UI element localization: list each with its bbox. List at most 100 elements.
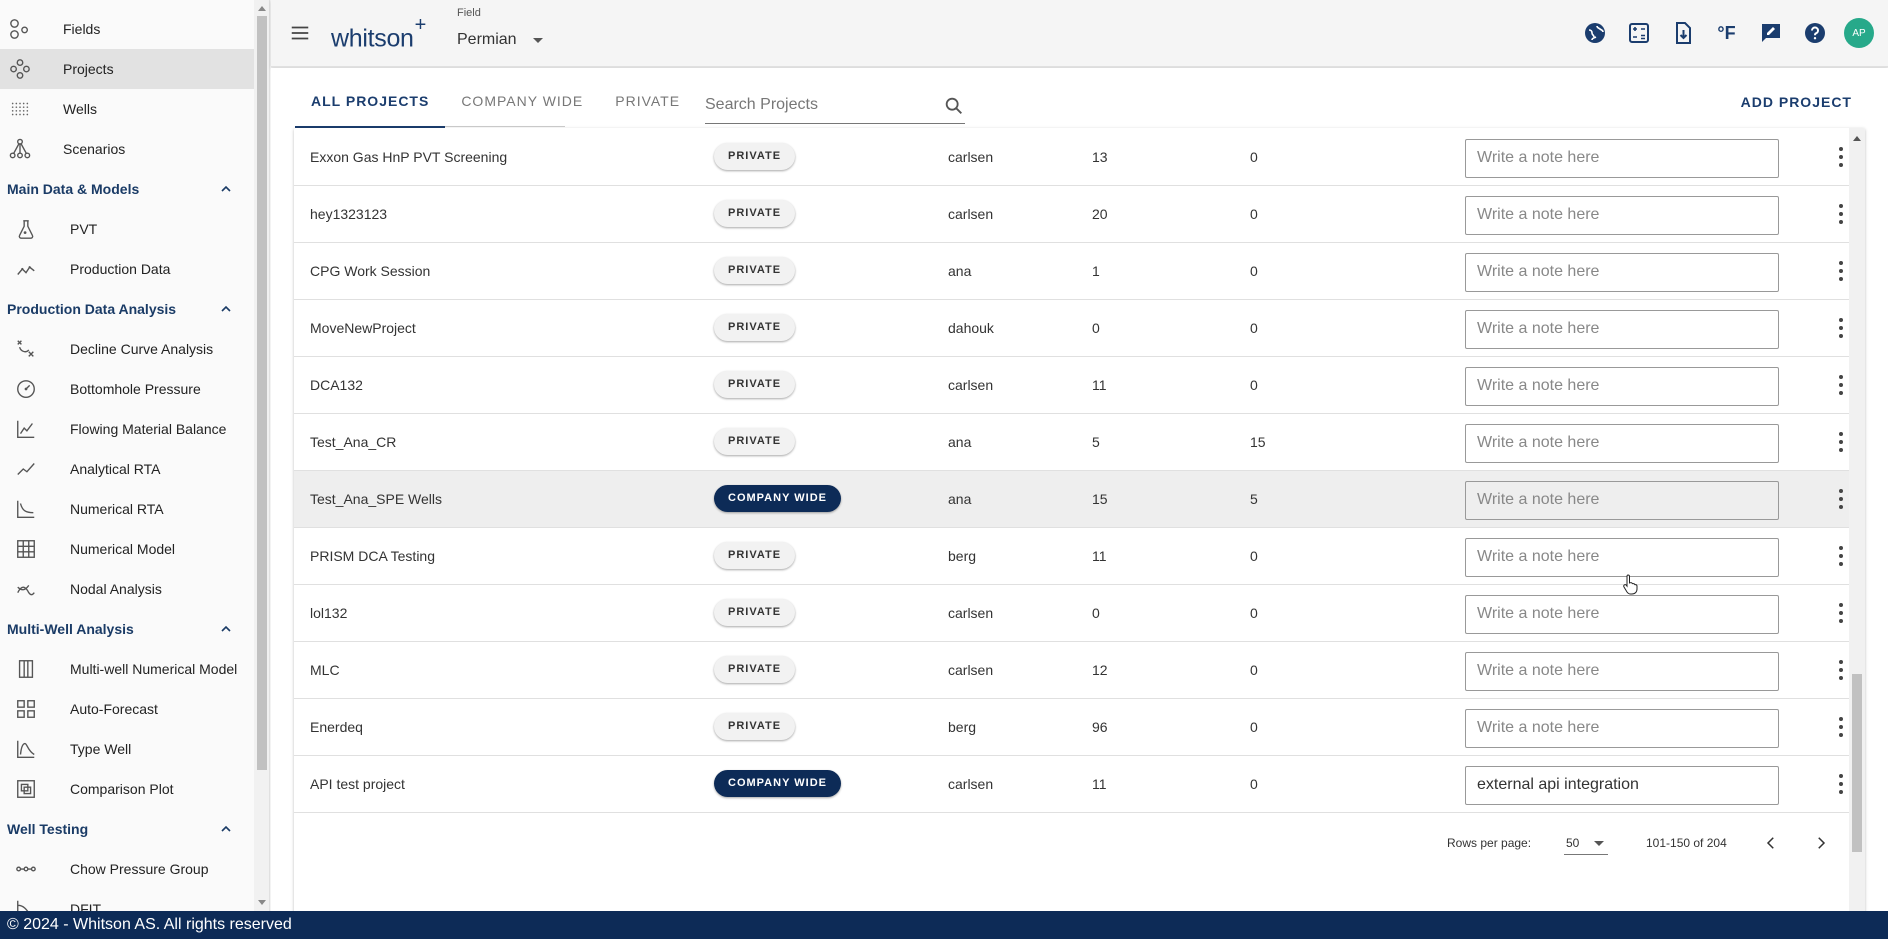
sidebar-item-type-well[interactable]: Type Well <box>0 729 254 769</box>
note-input[interactable] <box>1465 652 1779 691</box>
sidebar-item-fields[interactable]: Fields <box>0 9 254 49</box>
visibility-chip[interactable]: PRIVATE <box>714 428 796 455</box>
sidebar-scrollbar[interactable] <box>254 0 269 911</box>
more-vert-icon[interactable] <box>1838 717 1844 737</box>
visibility-chip[interactable]: PRIVATE <box>714 200 796 227</box>
sidebar-item-decline-curve-analysis[interactable]: Decline Curve Analysis <box>0 329 254 369</box>
sidebar-section-well-testing[interactable]: Well Testing <box>0 809 254 849</box>
sidebar-item-dfit[interactable]: DFIT <box>0 889 254 911</box>
note-input[interactable] <box>1465 139 1779 178</box>
sidebar-item-chow-pressure-group[interactable]: Chow Pressure Group <box>0 849 254 889</box>
sidebar-item-production-data[interactable]: Production Data <box>0 249 254 289</box>
temperature-unit-icon[interactable]: °F <box>1712 19 1741 48</box>
visibility-chip[interactable]: PRIVATE <box>714 314 796 341</box>
project-name[interactable]: Exxon Gas HnP PVT Screening <box>310 149 507 165</box>
sidebar-item-numerical-model[interactable]: Numerical Model <box>0 529 254 569</box>
note-input[interactable] <box>1465 196 1779 235</box>
table-row[interactable]: Test_Ana_CR PRIVATE ana 5 15 <box>294 414 1849 471</box>
sidebar-item-analytical-rta[interactable]: Analytical RTA <box>0 449 254 489</box>
rows-per-page-select[interactable]: 50 <box>1564 831 1608 855</box>
user-avatar[interactable]: AP <box>1844 18 1874 48</box>
visibility-chip[interactable]: PRIVATE <box>714 371 796 398</box>
file-download-icon[interactable] <box>1668 19 1697 48</box>
table-row[interactable]: Exxon Gas HnP PVT Screening PRIVATE carl… <box>294 129 1849 186</box>
globe-icon[interactable] <box>1580 19 1609 48</box>
sidebar-scroll-thumb[interactable] <box>257 16 267 770</box>
field-select[interactable]: Permian <box>457 31 517 49</box>
tab-private[interactable]: PRIVATE <box>599 92 696 128</box>
sidebar-item-comparison-plot[interactable]: Comparison Plot <box>0 769 254 809</box>
more-vert-icon[interactable] <box>1838 375 1844 395</box>
table-row[interactable]: PRISM DCA Testing PRIVATE berg 11 0 <box>294 528 1849 585</box>
chevron-up-icon[interactable] <box>218 301 234 317</box>
more-vert-icon[interactable] <box>1838 603 1844 623</box>
visibility-chip[interactable]: PRIVATE <box>714 143 796 170</box>
note-input[interactable] <box>1465 538 1779 577</box>
chevron-up-icon[interactable] <box>218 621 234 637</box>
table-scrollbar[interactable] <box>1849 128 1865 938</box>
visibility-chip[interactable]: PRIVATE <box>714 542 796 569</box>
search-input[interactable]: Search Projects <box>705 96 818 114</box>
project-name[interactable]: CPG Work Session <box>310 263 430 279</box>
project-name[interactable]: PRISM DCA Testing <box>310 548 435 564</box>
project-name[interactable]: Test_Ana_SPE Wells <box>310 491 442 507</box>
visibility-chip[interactable]: PRIVATE <box>714 656 796 683</box>
table-row[interactable]: Enerdeq PRIVATE berg 96 0 <box>294 699 1849 756</box>
more-vert-icon[interactable] <box>1838 432 1844 452</box>
more-vert-icon[interactable] <box>1838 318 1844 338</box>
note-input[interactable] <box>1465 481 1779 520</box>
scroll-up-arrow[interactable] <box>258 6 266 11</box>
visibility-chip[interactable]: COMPANY WIDE <box>714 770 841 797</box>
table-row[interactable]: CPG Work Session PRIVATE ana 1 0 <box>294 243 1849 300</box>
sidebar-item-wells[interactable]: Wells <box>0 89 254 129</box>
sidebar-item-flowing-material-balance[interactable]: Flowing Material Balance <box>0 409 254 449</box>
visibility-chip[interactable]: PRIVATE <box>714 599 796 626</box>
project-name[interactable]: MLC <box>310 662 340 678</box>
note-input[interactable] <box>1465 424 1779 463</box>
tab-all-projects[interactable]: ALL PROJECTS <box>295 92 446 128</box>
sidebar-item-projects[interactable]: Projects <box>0 49 254 89</box>
sidebar-item-pvt[interactable]: PVT <box>0 209 254 249</box>
note-input[interactable] <box>1465 709 1779 748</box>
tab-company-wide[interactable]: COMPANY WIDE <box>445 92 599 128</box>
table-row[interactable]: lol132 PRIVATE carlsen 0 0 <box>294 585 1849 642</box>
project-name[interactable]: API test project <box>310 776 405 792</box>
help-icon[interactable] <box>1800 19 1829 48</box>
add-project-button[interactable]: ADD PROJECT <box>1741 94 1852 110</box>
project-name[interactable]: MoveNewProject <box>310 320 416 336</box>
note-input[interactable] <box>1465 310 1779 349</box>
hamburger-menu-icon[interactable] <box>289 22 311 44</box>
table-scroll-thumb[interactable] <box>1852 674 1862 852</box>
more-vert-icon[interactable] <box>1838 546 1844 566</box>
more-vert-icon[interactable] <box>1838 147 1844 167</box>
table-row[interactable]: API test project COMPANY WIDE carlsen 11… <box>294 756 1849 813</box>
sidebar-item-scenarios[interactable]: Scenarios <box>0 129 254 169</box>
previous-page-button[interactable] <box>1756 828 1786 858</box>
sidebar-item-bottomhole-pressure[interactable]: Bottomhole Pressure <box>0 369 254 409</box>
project-name[interactable]: lol132 <box>310 605 347 621</box>
note-input[interactable] <box>1465 595 1779 634</box>
next-page-button[interactable] <box>1806 828 1836 858</box>
project-name[interactable]: hey1323123 <box>310 206 387 222</box>
feedback-icon[interactable] <box>1756 19 1785 48</box>
project-name[interactable]: Enerdeq <box>310 719 363 735</box>
project-name[interactable]: Test_Ana_CR <box>310 434 396 450</box>
sidebar-item-multi-well-numerical-model[interactable]: Multi-well Numerical Model <box>0 649 254 689</box>
calculator-icon[interactable] <box>1624 19 1653 48</box>
table-row[interactable]: DCA132 PRIVATE carlsen 11 0 <box>294 357 1849 414</box>
note-input[interactable] <box>1465 766 1779 805</box>
visibility-chip[interactable]: PRIVATE <box>714 713 796 740</box>
sidebar-section-production-data-analysis[interactable]: Production Data Analysis <box>0 289 254 329</box>
more-vert-icon[interactable] <box>1838 489 1844 509</box>
visibility-chip[interactable]: COMPANY WIDE <box>714 485 841 512</box>
more-vert-icon[interactable] <box>1838 204 1844 224</box>
sidebar-item-nodal-analysis[interactable]: Nodal Analysis <box>0 569 254 609</box>
field-dropdown-caret-icon[interactable] <box>533 38 543 43</box>
search-icon[interactable] <box>943 95 965 117</box>
sidebar-item-numerical-rta[interactable]: Numerical RTA <box>0 489 254 529</box>
more-vert-icon[interactable] <box>1838 261 1844 281</box>
chevron-up-icon[interactable] <box>218 821 234 837</box>
more-vert-icon[interactable] <box>1838 774 1844 794</box>
sidebar-item-auto-forecast[interactable]: Auto-Forecast <box>0 689 254 729</box>
note-input[interactable] <box>1465 367 1779 406</box>
